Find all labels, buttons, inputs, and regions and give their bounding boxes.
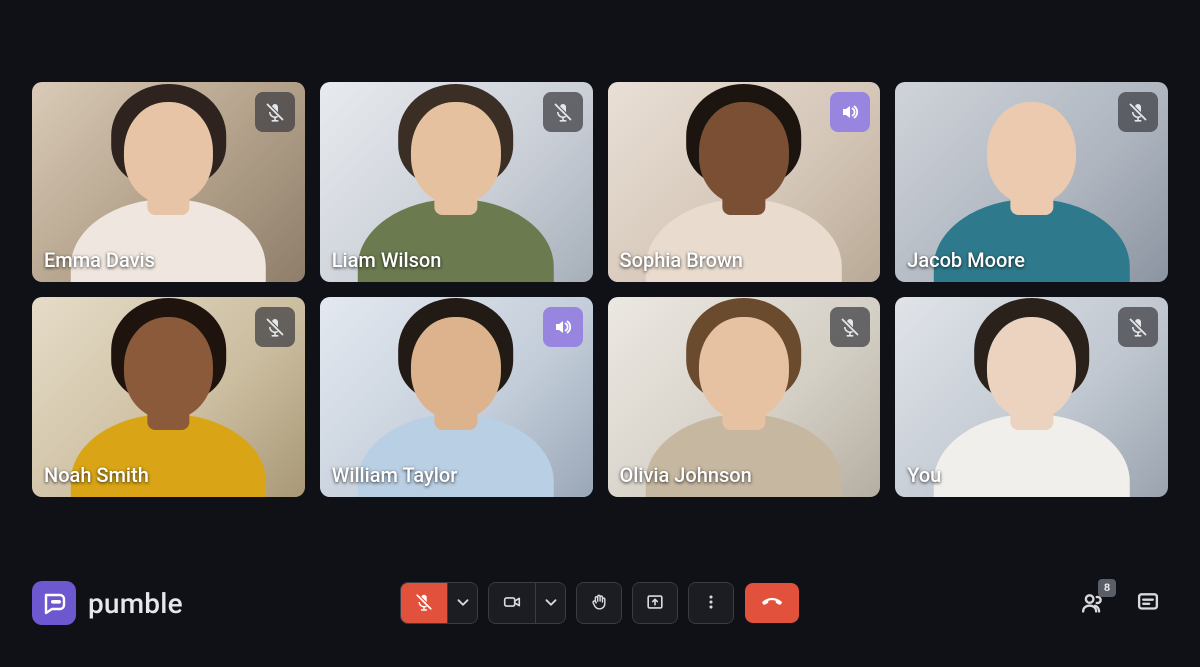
- raise-hand-button[interactable]: [577, 583, 621, 623]
- mic-muted-icon: [255, 307, 295, 347]
- call-controls: [400, 582, 800, 624]
- brand-logo: pumble: [32, 581, 183, 625]
- toolbar: pumble: [0, 579, 1200, 627]
- mic-off-icon: [414, 592, 434, 615]
- mic-control: [400, 582, 478, 624]
- participants-button[interactable]: 8: [1072, 583, 1112, 623]
- raise-hand-control: [576, 582, 622, 624]
- participant-tile[interactable]: Emma Davis: [32, 82, 305, 282]
- video-icon: [502, 592, 522, 615]
- hangup-control: [744, 582, 800, 624]
- more-options-control: [688, 582, 734, 624]
- toggle-mic-button[interactable]: [401, 583, 447, 623]
- participant-name: Emma Davis: [44, 248, 155, 272]
- participant-avatar: [925, 321, 1138, 497]
- participant-name: Olivia Johnson: [620, 463, 752, 487]
- screen-share-button[interactable]: [633, 583, 677, 623]
- mic-muted-icon: [1118, 92, 1158, 132]
- more-options-button[interactable]: [689, 583, 733, 623]
- brand-logomark-icon: [32, 581, 76, 625]
- participant-name: Jacob Moore: [907, 248, 1025, 272]
- brand-name: pumble: [88, 587, 183, 620]
- toggle-camera-button[interactable]: [489, 583, 535, 623]
- participant-tile[interactable]: Jacob Moore: [895, 82, 1168, 282]
- mic-options-button[interactable]: [447, 583, 477, 623]
- speaking-icon: [830, 92, 870, 132]
- chat-button[interactable]: [1128, 583, 1168, 623]
- participant-tile[interactable]: William Taylor: [320, 297, 593, 497]
- speaking-icon: [543, 307, 583, 347]
- participants-grid: Emma Davis Liam Wilson Sophia Brown Jaco…: [0, 0, 1200, 497]
- participant-tile[interactable]: Olivia Johnson: [608, 297, 881, 497]
- camera-options-button[interactable]: [535, 583, 565, 623]
- participant-count-badge: 8: [1098, 579, 1116, 597]
- participant-name: Liam Wilson: [332, 248, 442, 272]
- mic-muted-icon: [543, 92, 583, 132]
- hang-up-button[interactable]: [745, 583, 799, 623]
- participant-tile[interactable]: You: [895, 297, 1168, 497]
- secondary-controls: 8: [1072, 583, 1168, 623]
- hang-up-icon: [762, 592, 782, 615]
- participant-tile[interactable]: Sophia Brown: [608, 82, 881, 282]
- raise-hand-icon: [589, 592, 609, 615]
- participant-tile[interactable]: Noah Smith: [32, 297, 305, 497]
- mic-muted-icon: [255, 92, 295, 132]
- screen-share-control: [632, 582, 678, 624]
- participant-name: Sophia Brown: [620, 248, 743, 272]
- mic-muted-icon: [830, 307, 870, 347]
- participant-name: William Taylor: [332, 463, 458, 487]
- participant-name: Noah Smith: [44, 463, 149, 487]
- chat-icon: [1135, 589, 1161, 618]
- more-options-icon: [701, 592, 721, 615]
- participant-tile[interactable]: Liam Wilson: [320, 82, 593, 282]
- camera-control: [488, 582, 566, 624]
- mic-muted-icon: [1118, 307, 1158, 347]
- chevron-down-icon: [541, 592, 561, 615]
- chevron-down-icon: [453, 592, 473, 615]
- screen-share-icon: [645, 592, 665, 615]
- participant-name: You: [907, 463, 941, 487]
